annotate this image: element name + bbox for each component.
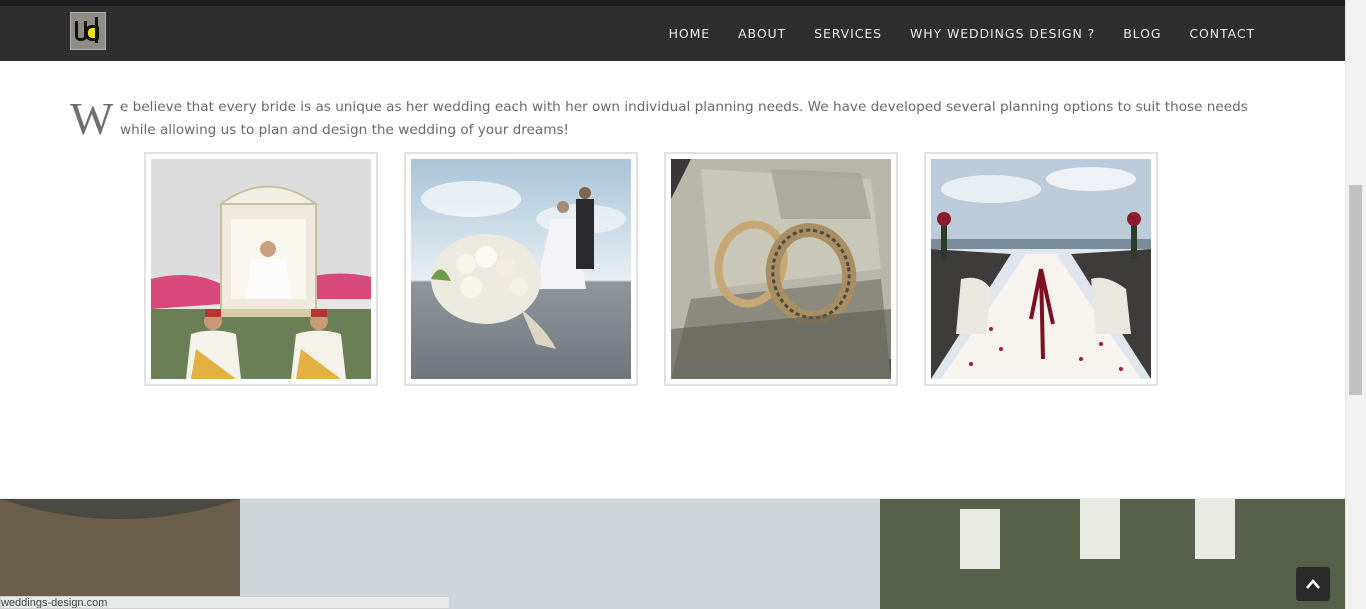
nav-blog[interactable]: BLOG [1123,26,1161,41]
background-photo-band [0,498,1345,609]
intro-dropcap: W [70,93,114,144]
gallery-item[interactable] [924,152,1158,386]
logo-stem [95,17,98,43]
scrollbar-thumb[interactable] [1349,185,1362,395]
nav-about[interactable]: ABOUT [738,26,786,41]
gallery-item[interactable] [404,152,638,386]
rings-money-photo [671,159,891,379]
nav-services[interactable]: SERVICES [814,26,882,41]
gallery-item[interactable] [664,152,898,386]
nav-contact[interactable]: CONTACT [1189,26,1255,41]
main-nav: HOME ABOUT SERVICES WHY WEDDINGS DESIGN … [641,6,1255,61]
intro-paragraph: e believe that every bride is as unique … [120,99,1248,138]
scroll-to-top-button[interactable] [1296,567,1330,601]
site-header: HOME ABOUT SERVICES WHY WEDDINGS DESIGN … [0,6,1345,61]
bouquet-couple-photo [411,159,631,379]
page-scrollbar[interactable] [1345,0,1366,609]
chevron-up-icon [1306,579,1320,589]
status-bar-url: weddings-design.com [0,596,450,609]
nav-home[interactable]: HOME [669,26,711,41]
intro-section: W e believe that every bride is as uniqu… [70,96,1250,142]
aisle-decor-photo [931,159,1151,379]
bride-procession-photo [151,159,371,379]
gallery [144,152,1184,386]
site-logo[interactable] [70,12,106,50]
nav-why-weddings-design[interactable]: WHY WEDDINGS DESIGN ? [910,26,1095,41]
aisle-background-photo [0,499,1345,609]
gallery-item[interactable] [144,152,378,386]
